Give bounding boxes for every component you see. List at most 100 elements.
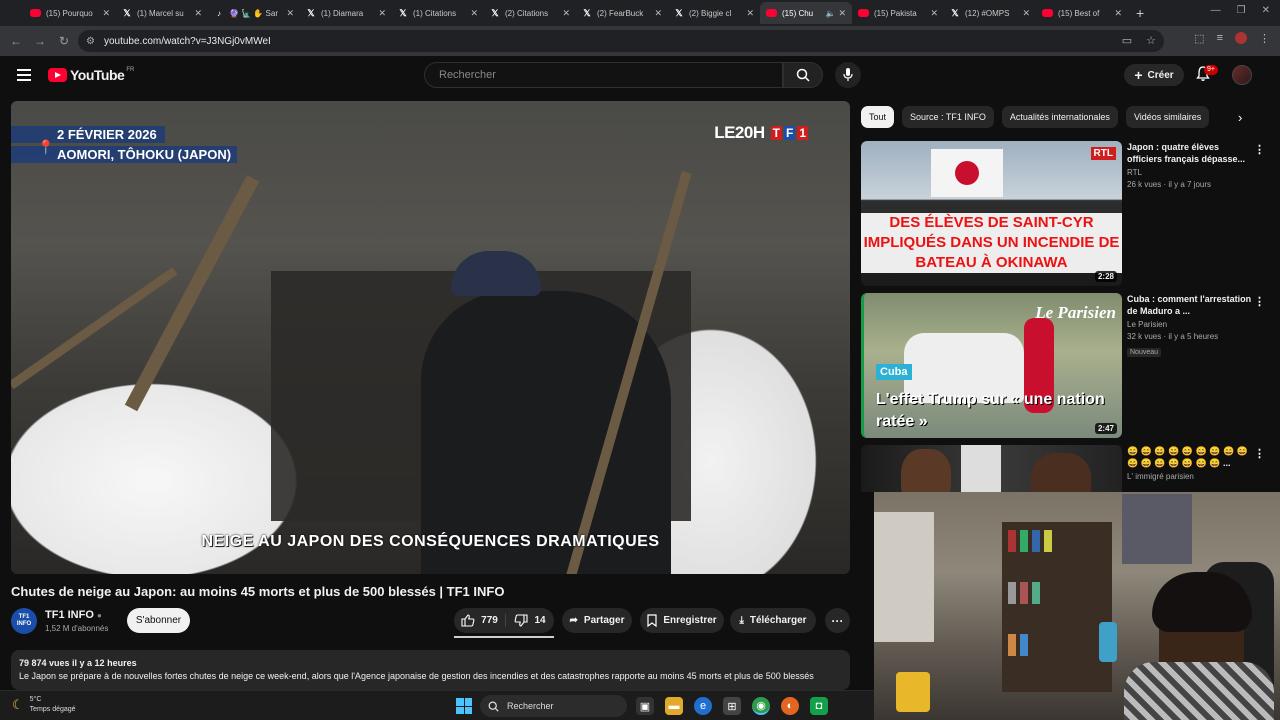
recommendation-item[interactable]: Le Parisien Cuba L'effet Trump sur « une… [861, 293, 1271, 439]
recommendation-channel[interactable]: L' immigré parisien [1127, 472, 1252, 481]
plus-icon: + [1134, 67, 1143, 83]
search-icon [488, 701, 499, 712]
chip-international-news[interactable]: Actualités internationales [1001, 106, 1118, 128]
reload-icon[interactable]: ↻ [52, 34, 76, 48]
account-avatar[interactable] [1232, 65, 1252, 85]
recommendation-item[interactable]: 😄 😄 😄 😄 😄 😄 😄 😄 😄 😄 😄 😄 😄 😄 😄 😄 ... L' i… [861, 445, 1271, 492]
recommendation-title[interactable]: Cuba : comment l'arrestation de Maduro a… [1127, 293, 1252, 317]
face-image [1031, 453, 1091, 492]
channel-name[interactable]: TF1 INFO ● [45, 609, 102, 621]
tab-audio-icon[interactable]: 🔈 [825, 9, 835, 18]
profile-avatar[interactable] [1235, 32, 1247, 44]
share-button[interactable]: ➦ Partager [562, 608, 632, 633]
close-tab-icon[interactable]: ✕ [838, 8, 846, 19]
tab-title: (1) Marcel su [137, 8, 184, 18]
youtube-header: YouTube FR Rechercher + Créer 9+ [0, 56, 1280, 96]
browser-tab[interactable]: (15) Pakista ✕ [852, 2, 944, 24]
chevron-right-icon[interactable]: › [1238, 110, 1242, 125]
chrome-browser-icon[interactable]: ◉ [752, 697, 770, 715]
cast-icon[interactable]: ▭ [1122, 34, 1132, 47]
browser-tab[interactable]: ♪ 🔮 🗽 ✋ Sar ✕ [208, 2, 300, 24]
close-tab-icon[interactable]: ✕ [378, 8, 386, 19]
streaming-app-icon[interactable]: ◘ [810, 697, 828, 715]
minimize-icon[interactable]: — [1211, 5, 1221, 16]
chip-similar-videos[interactable]: Vidéos similaires [1125, 106, 1210, 128]
close-tab-icon[interactable]: ✕ [1022, 8, 1030, 19]
chip-all[interactable]: Tout [861, 106, 895, 128]
back-icon[interactable]: ← [4, 34, 28, 48]
close-tab-icon[interactable]: ✕ [194, 8, 202, 19]
like-button[interactable]: 779 [454, 614, 506, 627]
voice-search-button[interactable] [835, 62, 861, 88]
video-player[interactable]: 2 FÉVRIER 2026 AOMORI, TÔHOKU (JAPON) 📍 … [11, 101, 850, 574]
channel-avatar[interactable]: TF1 INFO [11, 608, 37, 634]
taskbar-search[interactable]: Rechercher [480, 695, 627, 717]
browser-menu-icon[interactable]: ⋮ [1259, 32, 1270, 45]
more-options-icon[interactable]: ⋮ [1254, 295, 1265, 308]
subscribe-button[interactable]: S'abonner [127, 608, 190, 633]
browser-tab[interactable]: 𝕏 (1) Marcel su ✕ [116, 2, 208, 24]
bookmark-star-icon[interactable]: ☆ [1146, 34, 1156, 47]
more-options-icon[interactable]: ⋮ [1254, 143, 1265, 156]
x-icon: 𝕏 [307, 7, 315, 18]
download-button[interactable]: ⤓ Télécharger [730, 608, 816, 633]
url-field[interactable]: ⚙ youtube.com/watch?v=J3NGj0vMWeI ▭ ☆ [78, 30, 1164, 52]
close-tab-icon[interactable]: ✕ [470, 8, 478, 19]
task-view-icon[interactable]: ▣ [636, 697, 654, 715]
create-button[interactable]: + Créer [1124, 64, 1184, 86]
region-code: FR [126, 67, 135, 73]
firefox-browser-icon[interactable]: ◐ [781, 697, 799, 715]
extensions-icon[interactable]: ⬚ [1194, 32, 1204, 45]
weather-widget[interactable]: ☾ 5°C Temps dégagé [12, 695, 76, 715]
recommendation-channel[interactable]: RTL [1127, 168, 1252, 177]
browser-tab[interactable]: 𝕏 (2) Biggie cl ✕ [668, 2, 760, 24]
close-window-icon[interactable]: ✕ [1262, 5, 1270, 16]
book-image [1032, 530, 1040, 552]
recommendation-thumbnail[interactable]: Le Parisien Cuba L'effet Trump sur « une… [861, 293, 1122, 438]
maximize-icon[interactable]: ❐ [1237, 5, 1246, 16]
dislike-button[interactable]: 14 [506, 614, 554, 627]
recommendation-channel[interactable]: Le Parisien [1127, 320, 1252, 329]
close-tab-icon[interactable]: ✕ [286, 8, 294, 19]
recommendation-title[interactable]: Japon : quatre élèves officiers français… [1127, 141, 1252, 165]
windows-start-icon[interactable] [456, 698, 472, 714]
recommendation-thumbnail[interactable] [861, 445, 1122, 492]
youtube-logo[interactable]: YouTube FR [48, 67, 134, 83]
browser-tab[interactable]: (15) Best of ✕ [1036, 2, 1128, 24]
more-actions-icon[interactable]: ··· [825, 608, 850, 633]
edge-browser-icon[interactable]: e [694, 697, 712, 715]
browser-tab[interactable]: 𝕏 (1) Diamara ✕ [300, 2, 392, 24]
recommendation-item[interactable]: RTL DES ÉLÈVES DE SAINT-CYR IMPLIQUÉS DA… [861, 141, 1271, 287]
browser-tab[interactable]: 𝕏 (12) #OMPS ✕ [944, 2, 1036, 24]
search-input[interactable]: Rechercher [424, 62, 783, 88]
browser-tab[interactable]: 𝕏 (2) Citations ✕ [484, 2, 576, 24]
recommendation-thumbnail[interactable]: RTL DES ÉLÈVES DE SAINT-CYR IMPLIQUÉS DA… [861, 141, 1122, 286]
file-explorer-icon[interactable]: ▬ [665, 697, 683, 715]
site-info-icon[interactable]: ⚙ [86, 36, 95, 47]
new-tab-button[interactable]: + [1136, 5, 1144, 21]
search-button[interactable] [783, 62, 823, 88]
store-icon[interactable]: ⊞ [723, 697, 741, 715]
more-options-icon[interactable]: ⋮ [1254, 447, 1265, 460]
recommendation-title[interactable]: 😄 😄 😄 😄 😄 😄 😄 😄 😄 😄 😄 😄 😄 😄 😄 😄 ... [1127, 445, 1252, 469]
close-tab-icon[interactable]: ✕ [102, 8, 110, 19]
browser-tab[interactable]: (15) Chu 🔈 ✕ [760, 2, 852, 24]
close-tab-icon[interactable]: ✕ [746, 8, 754, 19]
close-tab-icon[interactable]: ✕ [930, 8, 938, 19]
chip-source[interactable]: Source : TF1 INFO [902, 106, 994, 128]
x-icon: 𝕏 [123, 7, 131, 18]
media-control-icon[interactable]: ≡ [1217, 32, 1223, 45]
recommendation-meta: 26 k vues · il y a 7 jours [1127, 180, 1212, 189]
forward-icon[interactable]: → [28, 34, 52, 48]
browser-tab[interactable]: 𝕏 (1) Citations ✕ [392, 2, 484, 24]
save-button[interactable]: Enregistrer [640, 608, 724, 633]
close-tab-icon[interactable]: ✕ [562, 8, 570, 19]
close-tab-icon[interactable]: ✕ [1114, 8, 1122, 19]
menu-icon[interactable] [17, 69, 31, 81]
recommendation-info: Japon : quatre élèves officiers français… [1127, 141, 1252, 189]
video-frame-cap [451, 251, 541, 296]
browser-tab[interactable]: (15) Pourquo ✕ [24, 2, 116, 24]
description-box[interactable]: 79 874 vues il y a 12 heures Le Japon se… [11, 650, 850, 690]
close-tab-icon[interactable]: ✕ [654, 8, 662, 19]
browser-tab[interactable]: 𝕏 (2) FearBuck ✕ [576, 2, 668, 24]
